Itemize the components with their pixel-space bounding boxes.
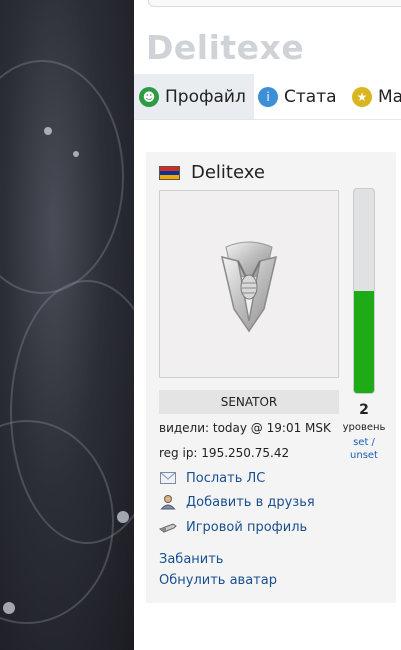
game-profile-link[interactable]: Игровой профиль [159, 517, 307, 537]
tab-stats[interactable]: i Стата [258, 74, 348, 119]
tab-profile[interactable]: ☻ Профайл [134, 74, 254, 119]
tab-label: Ма [378, 86, 401, 107]
profile-card: Delitexe SENATOR 2 уровень set / unset в… [146, 152, 396, 603]
avatar [159, 190, 339, 378]
add-friend-link[interactable]: Добавить в друзья [159, 492, 315, 512]
game-profile-icon [159, 519, 177, 535]
main-content: Delitexe ☻ Профайл i Стата ★ Ма Delitexe [134, 0, 401, 650]
level-set-unset-link[interactable]: set / unset [338, 436, 390, 462]
action-label: Добавить в друзья [186, 494, 315, 510]
reg-ip-text: reg ip: 195.250.75.42 [159, 446, 290, 460]
envelope-icon [159, 470, 177, 486]
stats-icon: i [258, 86, 278, 107]
level-value: 2 [359, 402, 369, 418]
page-title: Delitexe [146, 28, 305, 67]
country-flag-icon [159, 166, 180, 180]
artwork-dot [73, 151, 79, 157]
artwork-dot [44, 127, 52, 135]
action-label: Послать ЛС [186, 470, 266, 486]
last-seen-text: видели: today @ 19:01 MSK [159, 421, 331, 435]
profile-tabs: ☻ Профайл i Стата ★ Ма [134, 74, 401, 120]
profile-icon: ☻ [139, 86, 159, 107]
ban-link[interactable]: Забанить [159, 552, 223, 567]
username: Delitexe [191, 162, 265, 183]
role-badge: SENATOR [159, 390, 339, 414]
level-progress-fill [354, 291, 374, 393]
tab-medals[interactable]: ★ Ма [352, 74, 401, 119]
artwork-dot [3, 602, 15, 614]
reset-avatar-link[interactable]: Обнулить аватар [159, 573, 277, 588]
level-progress-bar [353, 188, 375, 394]
tab-label: Профайл [165, 86, 246, 107]
action-label: Игровой профиль [186, 519, 308, 535]
send-message-link[interactable]: Послать ЛС [159, 468, 265, 488]
top-search-strip [148, 0, 401, 7]
background-artwork [0, 0, 134, 650]
add-friend-icon [159, 494, 177, 510]
artwork-stroke [0, 60, 124, 294]
level-label: уровень [342, 422, 386, 433]
senator-badge-icon [220, 241, 278, 333]
tab-label: Стата [284, 86, 337, 107]
medals-icon: ★ [352, 86, 372, 107]
artwork-dot [117, 511, 129, 523]
